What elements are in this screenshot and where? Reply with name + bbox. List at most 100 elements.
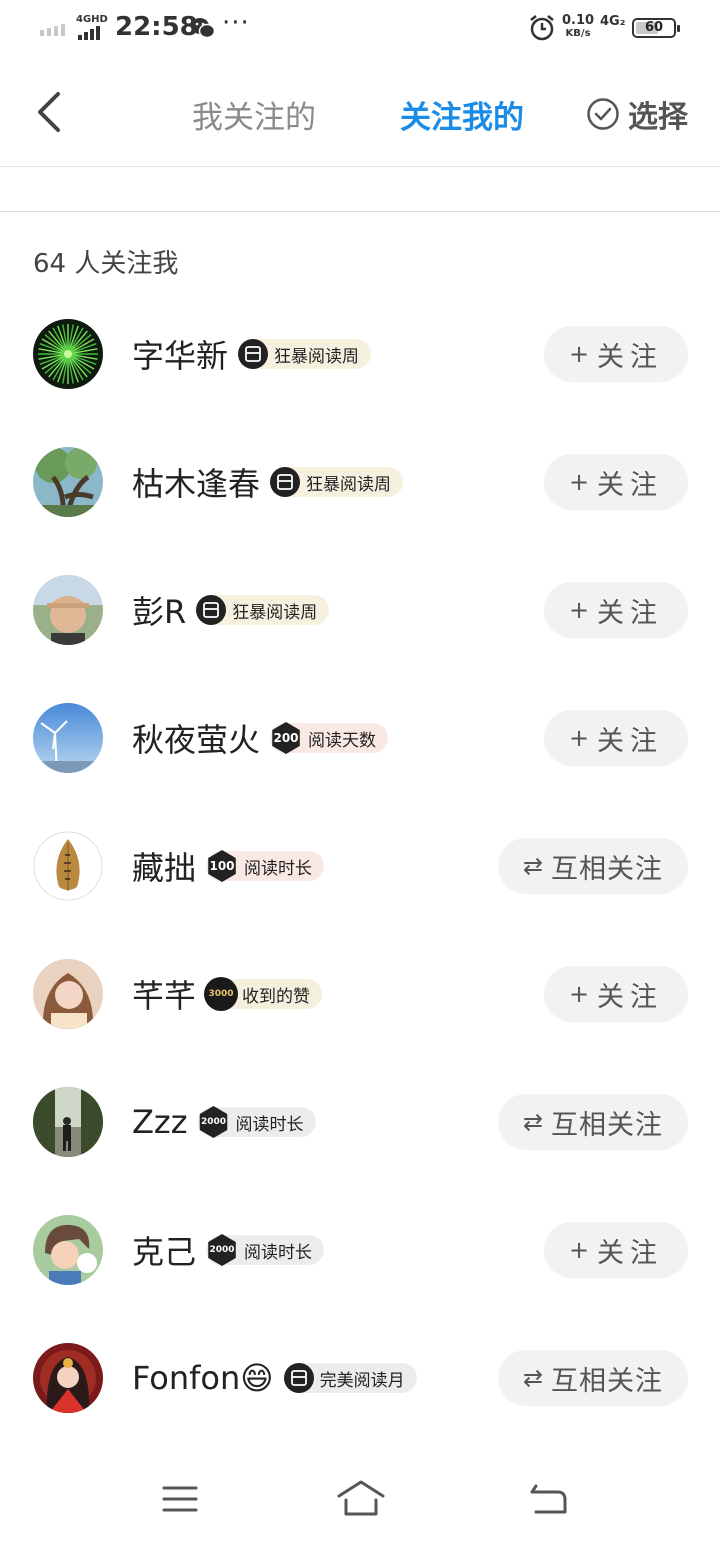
badge-text: 狂暴阅读周: [232, 602, 318, 623]
name-wrap: 克己 2000 阅读时长: [132, 1186, 325, 1314]
plus-icon: +: [568, 1236, 590, 1264]
badge-text: 完美阅读月: [319, 1370, 405, 1391]
list-item[interactable]: 芊芊 3000 收到的赞 + 关注: [0, 930, 720, 1058]
avatar-leaf[interactable]: [33, 831, 103, 901]
avatar-fireworks[interactable]: [33, 319, 103, 389]
list-item[interactable]: 秋夜萤火 200 阅读天数 + 关注: [0, 674, 720, 802]
list-item[interactable]: Zzz 2000 阅读时长 ⇄ 互相关注: [0, 1058, 720, 1186]
user-name[interactable]: 秋夜萤火: [132, 715, 260, 761]
user-name[interactable]: 彭R: [132, 587, 186, 633]
user-name[interactable]: 克己: [132, 1227, 196, 1273]
avatar-tree[interactable]: [33, 447, 103, 517]
name-wrap: Fonfon😄 完美阅读月: [132, 1314, 417, 1442]
plus-icon: +: [568, 468, 590, 496]
name-wrap: 字华新 狂暴阅读周: [132, 290, 372, 418]
name-wrap: 藏拙 100 阅读时长: [132, 802, 325, 930]
follow-button[interactable]: + 关注: [544, 454, 688, 510]
list-item[interactable]: 枯木逢春 狂暴阅读周 + 关注: [0, 418, 720, 546]
list-item[interactable]: 字华新 狂暴阅读周 + 关注: [0, 290, 720, 418]
badge-text: 阅读时长: [235, 1114, 304, 1135]
badge-text: 狂暴阅读周: [306, 474, 392, 495]
list-item[interactable]: 藏拙 100 阅读时长 ⇄ 互相关注: [0, 802, 720, 930]
list-item[interactable]: 彭R 狂暴阅读周 + 关注: [0, 546, 720, 674]
plus-icon: +: [568, 724, 590, 752]
home-icon[interactable]: [336, 1478, 386, 1518]
name-wrap: 芊芊 3000 收到的赞: [132, 930, 323, 1058]
plus-icon: +: [568, 596, 590, 624]
badge-text: 收到的赞: [242, 986, 311, 1007]
achievement-badge[interactable]: 3000 收到的赞: [206, 979, 323, 1009]
badge-icon: 100: [208, 850, 236, 882]
network-label: 4GHD: [76, 14, 108, 25]
badge-text: 阅读天数: [308, 730, 377, 751]
follow-button[interactable]: + 关注: [544, 582, 688, 638]
name-wrap: Zzz 2000 阅读时长: [132, 1058, 316, 1186]
follow-button[interactable]: + 关注: [544, 966, 688, 1022]
badge-icon: 3000: [206, 979, 237, 1009]
signal-1-icon: [40, 24, 65, 36]
tab-followers[interactable]: 关注我的: [400, 92, 524, 137]
achievement-badge[interactable]: 200 阅读天数: [270, 722, 389, 754]
signal-2-icon: 4GHD: [76, 14, 108, 40]
badge-icon: 2000: [199, 1106, 228, 1138]
tab-following[interactable]: 我关注的: [192, 92, 316, 137]
badge-text: 狂暴阅读周: [274, 346, 360, 367]
avatar-anime-boy[interactable]: [33, 1215, 103, 1285]
achievement-badge[interactable]: 完美阅读月: [283, 1363, 417, 1393]
plus-icon: +: [568, 980, 590, 1008]
follow-label: 关注: [597, 341, 664, 373]
system-nav-bar: [0, 1462, 720, 1544]
avatar-anime-girl-red[interactable]: [33, 1343, 103, 1413]
achievement-badge[interactable]: 100 阅读时长: [206, 850, 325, 882]
avatar-person-cap[interactable]: [33, 575, 103, 645]
back-icon[interactable]: [30, 88, 70, 136]
mutual-follow-button[interactable]: ⇄ 互相关注: [498, 838, 688, 894]
battery-level: 60: [644, 20, 664, 35]
follow-label: 互相关注: [551, 1365, 664, 1397]
user-name[interactable]: 枯木逢春: [132, 459, 260, 505]
status-bar: 4GHD 22:58 ··· 0.10 KB/s 4G₂ 60: [0, 0, 720, 58]
user-name[interactable]: 芊芊: [132, 971, 196, 1017]
name-wrap: 枯木逢春 狂暴阅读周: [132, 418, 404, 546]
user-name[interactable]: 字华新: [132, 331, 228, 377]
user-name[interactable]: Fonfon😄: [132, 1359, 274, 1397]
avatar-windmill[interactable]: [33, 703, 103, 773]
followers-list: 字华新 狂暴阅读周 + 关注 枯木逢春 狂暴阅读周 + 关注 彭R 狂暴阅读周 …: [0, 290, 720, 1442]
select-label: 选择: [628, 100, 688, 135]
select-button[interactable]: 选择: [586, 92, 688, 136]
badge-text: 阅读时长: [244, 1242, 313, 1263]
follow-label: 互相关注: [551, 853, 664, 885]
net-speed-value: 0.10: [562, 13, 595, 28]
list-item[interactable]: 克己 2000 阅读时长 + 关注: [0, 1186, 720, 1314]
follow-label: 关注: [597, 597, 664, 629]
user-name[interactable]: 藏拙: [132, 843, 196, 889]
wechat-icon: [191, 18, 216, 39]
return-icon[interactable]: [528, 1482, 568, 1516]
follow-button[interactable]: + 关注: [544, 1222, 688, 1278]
followers-count: 64 人关注我: [33, 249, 179, 279]
swap-arrows-icon: ⇄: [522, 1108, 544, 1136]
achievement-badge[interactable]: 狂暴阅读周: [238, 339, 372, 369]
menu-icon[interactable]: [162, 1484, 198, 1514]
achievement-badge[interactable]: 狂暴阅读周: [196, 595, 330, 625]
avatar-girl[interactable]: [33, 959, 103, 1029]
follow-button[interactable]: + 关注: [544, 326, 688, 382]
user-name[interactable]: Zzz: [132, 1103, 188, 1141]
follow-label: 互相关注: [551, 1109, 664, 1141]
battery-icon: 60: [632, 18, 680, 38]
alarm-icon: [530, 15, 554, 41]
follow-button[interactable]: + 关注: [544, 710, 688, 766]
achievement-badge[interactable]: 狂暴阅读周: [270, 467, 404, 497]
achievement-badge[interactable]: 2000 阅读时长: [197, 1106, 316, 1138]
badge-icon: 2000: [208, 1234, 236, 1266]
plus-icon: +: [568, 340, 590, 368]
mutual-follow-button[interactable]: ⇄ 互相关注: [498, 1094, 688, 1150]
avatar-forest-walker[interactable]: [33, 1087, 103, 1157]
divider: [0, 211, 720, 212]
mutual-follow-button[interactable]: ⇄ 互相关注: [498, 1350, 688, 1406]
swap-arrows-icon: ⇄: [522, 852, 544, 880]
list-item[interactable]: Fonfon😄 完美阅读月 ⇄ 互相关注: [0, 1314, 720, 1442]
name-wrap: 秋夜萤火 200 阅读天数: [132, 674, 389, 802]
swap-arrows-icon: ⇄: [522, 1364, 544, 1392]
achievement-badge[interactable]: 2000 阅读时长: [206, 1234, 325, 1266]
